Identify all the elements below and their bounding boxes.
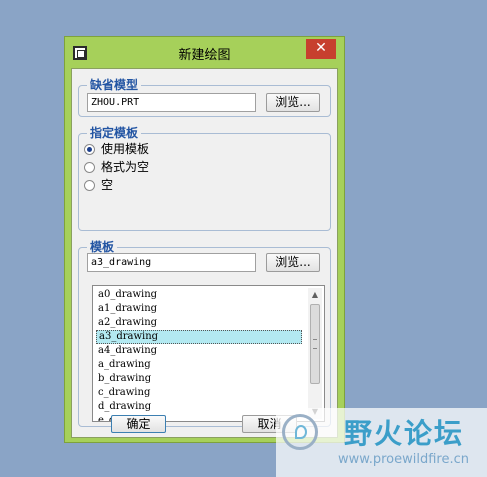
template-list-item[interactable]: d_drawing <box>96 400 302 414</box>
radio-button[interactable] <box>84 162 95 173</box>
scroll-thumb[interactable] <box>310 304 320 384</box>
radio-button[interactable] <box>84 180 95 191</box>
radio-label: 格式为空 <box>101 160 150 174</box>
template-list-item[interactable]: a4_drawing <box>96 344 302 358</box>
template-list-item[interactable]: a0_drawing <box>96 288 302 302</box>
template-browse-button[interactable]: 浏览... <box>266 253 320 272</box>
close-button[interactable]: ✕ <box>306 39 336 59</box>
specify-template-label: 指定模板 <box>87 125 142 141</box>
new-drawing-dialog: 新建绘图 ✕ 缺省模型 ZHOU.PRT 浏览... 指定模板 使用模板 格式为… <box>64 36 345 443</box>
dialog-title: 新建绘图 <box>178 48 231 63</box>
template-list-item[interactable]: a1_drawing <box>96 302 302 316</box>
ok-button[interactable]: 确定 <box>111 415 166 433</box>
radio-empty-with-format[interactable]: 格式为空 <box>84 159 149 175</box>
title-bar[interactable]: 新建绘图 ✕ <box>65 37 344 67</box>
close-icon: ✕ <box>315 40 327 56</box>
template-list-item[interactable]: a3_drawing <box>96 330 302 344</box>
forum-watermark: 野火论坛 www.proewildfire.cn <box>276 408 487 477</box>
template-list-item[interactable]: c_drawing <box>96 386 302 400</box>
scroll-up-icon[interactable]: ▲ <box>308 288 322 302</box>
listbox-scrollbar[interactable]: ▲ ▼ <box>308 288 322 419</box>
grip-icon <box>313 339 317 349</box>
default-model-field[interactable]: ZHOU.PRT <box>87 93 256 112</box>
template-listbox[interactable]: e_drawingd_drawingc_drawingb_drawinga_dr… <box>92 285 325 422</box>
radio-button[interactable] <box>84 144 95 155</box>
radio-label: 空 <box>101 178 114 192</box>
dialog-client: 缺省模型 ZHOU.PRT 浏览... 指定模板 使用模板 格式为空 空 模板 … <box>71 68 338 438</box>
template-list-item[interactable]: a_drawing <box>96 358 302 372</box>
default-model-browse-button[interactable]: 浏览... <box>266 93 320 112</box>
radio-label: 使用模板 <box>101 142 150 156</box>
flame-logo-icon <box>282 414 318 450</box>
radio-use-template[interactable]: 使用模板 <box>84 141 149 157</box>
default-model-label: 缺省模型 <box>87 77 142 93</box>
radio-empty[interactable]: 空 <box>84 177 113 193</box>
watermark-title: 野火论坛 <box>344 417 465 450</box>
template-list-item[interactable]: b_drawing <box>96 372 302 386</box>
template-field[interactable]: a3_drawing <box>87 253 256 272</box>
watermark-url: www.proewildfire.cn <box>338 452 469 467</box>
template-list-item[interactable]: a2_drawing <box>96 316 302 330</box>
